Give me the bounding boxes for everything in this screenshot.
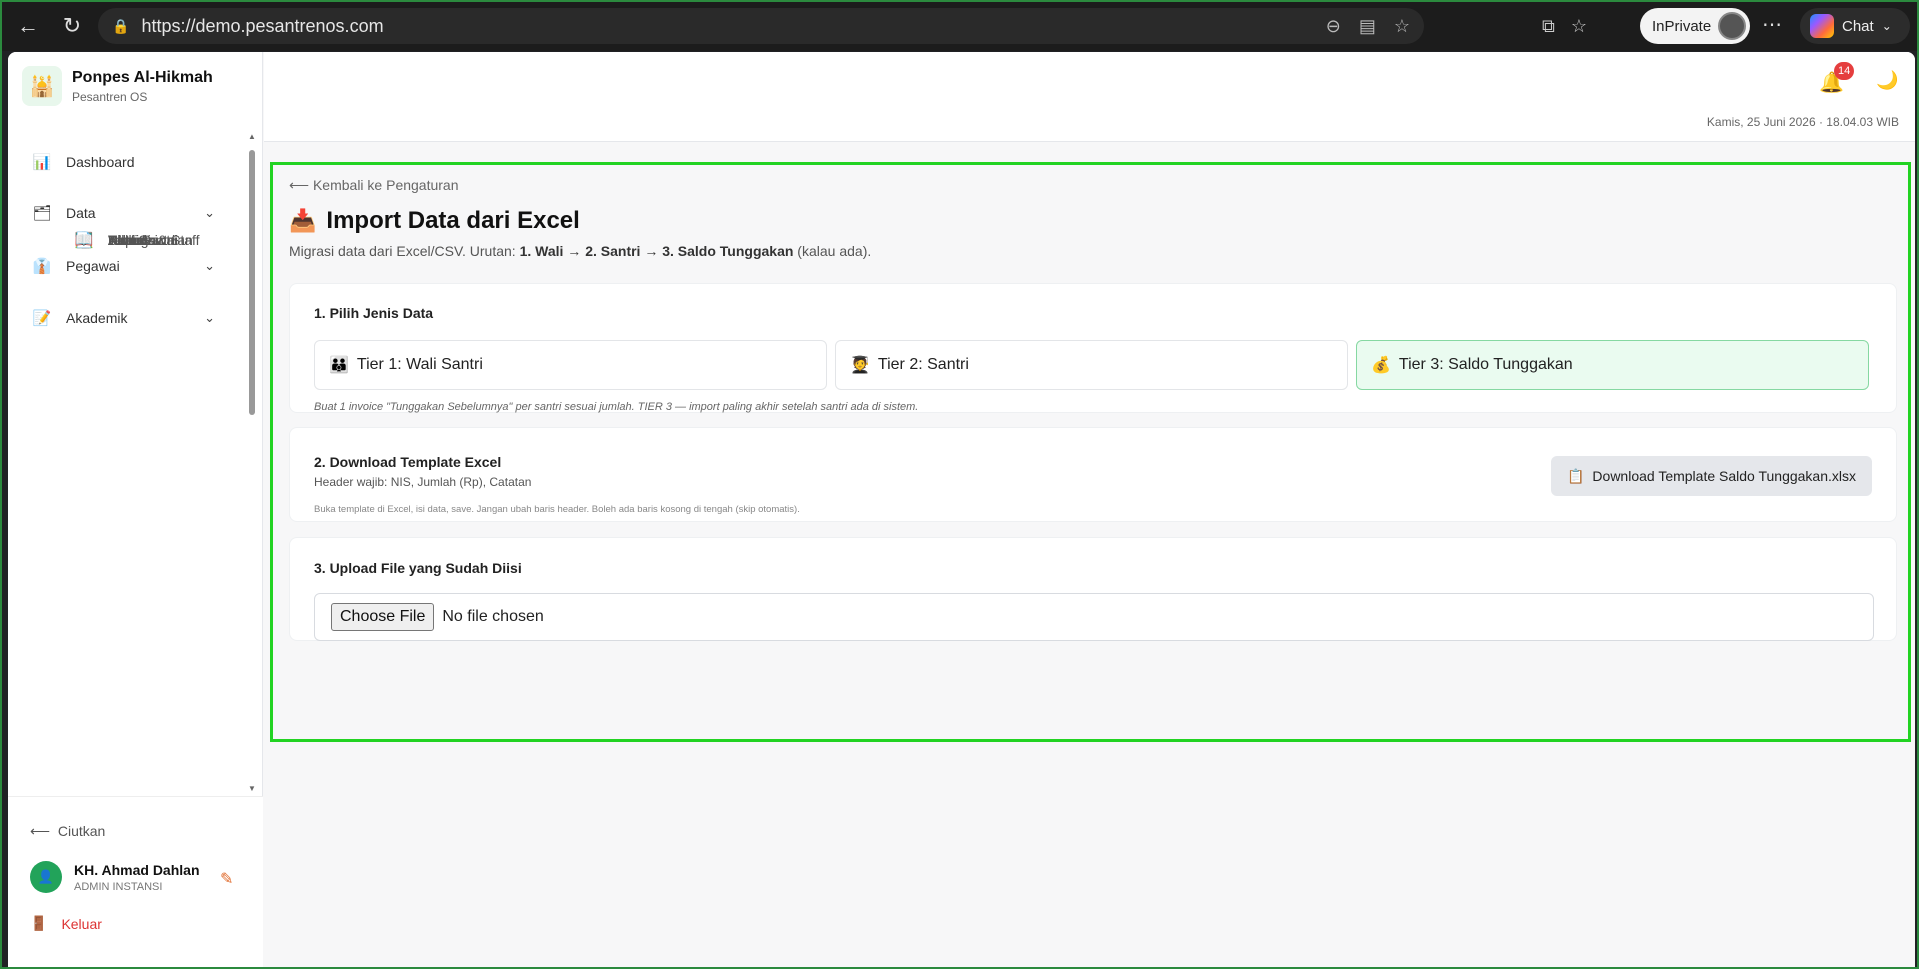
notification-badge: 14 — [1834, 62, 1855, 80]
tier3-option[interactable]: 💰 Tier 3: Saldo Tunggakan — [1356, 340, 1869, 390]
user-profile[interactable]: 👤 KH. Ahmad Dahlan ADMIN INSTANSI — [30, 861, 200, 893]
edit-pencil-icon[interactable]: ✎ — [220, 869, 233, 889]
top-header: 🔔 14 🌙 Kamis, 25 Juni 2026 · 18.04.03 WI… — [264, 52, 1915, 142]
url-text[interactable]: https://demo.pesantrenos.com — [141, 16, 383, 37]
door-icon: 🚪 — [30, 915, 48, 931]
logout-button[interactable]: 🚪 Keluar — [30, 915, 102, 932]
sidebar-item-dashboard[interactable]: 📊 Dashboard — [8, 138, 253, 186]
download-template-button[interactable]: 📋 Download Template Saldo Tunggakan.xlsx — [1550, 456, 1872, 496]
choose-file-button[interactable]: Choose File — [331, 603, 435, 631]
user-role: ADMIN INSTANSI — [74, 880, 163, 893]
browser-window: ← ↻ 🔒 https://demo.pesantrenos.com ⊖ ▤ ☆… — [0, 0, 1919, 969]
collapse-sidebar-button[interactable]: ⟵ Ciutkan — [30, 823, 105, 840]
book-icon: 📖 — [74, 232, 94, 249]
favorites-icon[interactable]: ☆ — [1571, 16, 1587, 37]
money-bag-icon: 💰 — [1371, 357, 1391, 374]
moon-icon[interactable]: 🌙 — [1876, 70, 1898, 91]
scroll-down-icon[interactable]: ▼ — [248, 784, 256, 793]
sidebar-scrollbar[interactable]: ▲ ▼ — [248, 132, 256, 797]
subtitle-order: 1. Wali → 2. Santri → 3. Saldo Tunggakan — [519, 243, 794, 259]
download-label: Download Template Saldo Tunggakan.xlsx — [1592, 468, 1856, 484]
subtitle-prefix: Migrasi data dari Excel/CSV. Urutan: — [289, 243, 520, 259]
collapse-label: Ciutkan — [57, 823, 106, 839]
brand: 🕌 Ponpes Al-Hikmah Pesantren OS — [22, 66, 213, 106]
tier2-option[interactable]: 🧑‍🎓 Tier 2: Santri — [835, 340, 1348, 390]
copilot-icon — [1810, 14, 1834, 38]
logout-label: Keluar — [61, 915, 102, 932]
page-title: 📥 Import Data dari Excel — [289, 207, 580, 235]
step2-required-headers: Header wajib: NIS, Jumlah (Rp), Catatan — [314, 475, 532, 489]
page-title-text: Import Data dari Excel — [326, 207, 580, 234]
brand-subtitle: Pesantren OS — [72, 89, 148, 104]
address-bar[interactable]: 🔒 https://demo.pesantrenos.com ⊖ ▤ ☆ — [98, 8, 1424, 44]
brand-name: Ponpes Al-Hikmah — [72, 68, 213, 86]
import-panel: ⟵ Kembali ke Pengaturan 📥 Import Data da… — [270, 162, 1911, 742]
inbox-tray-icon: 📥 — [289, 208, 317, 233]
zoom-icon[interactable]: ⊖ — [1326, 16, 1341, 37]
copilot-chat-button[interactable]: Chat ⌄ — [1800, 8, 1910, 44]
mosque-logo-icon: 🕌 — [22, 66, 62, 106]
chevron-down-icon: ⌄ — [204, 258, 215, 273]
sidebar-item-label: Tahfidz — [108, 232, 153, 248]
tier-label: Tier 1: Wali Santri — [356, 356, 483, 373]
user-name: KH. Ahmad Dahlan — [74, 861, 200, 878]
datetime: Kamis, 25 Juni 2026 · 18.04.03 WIB — [1706, 115, 1899, 129]
sidebar-item-label: Dashboard — [66, 154, 135, 170]
extensions-icon[interactable]: ⧉ — [1542, 16, 1555, 37]
inprivate-label: InPrivate — [1652, 17, 1712, 35]
sidebar-footer: ⟵ Ciutkan 👤 KH. Ahmad Dahlan ADMIN INSTA… — [8, 796, 263, 967]
sidebar-item-akademik[interactable]: 📝 Akademik ⌄ — [8, 292, 253, 344]
inprivate-badge[interactable]: InPrivate — [1640, 8, 1750, 44]
page-viewport: 🕌 Ponpes Al-Hikmah Pesantren OS 📊 Dashboa… — [8, 52, 1915, 967]
scroll-up-icon[interactable]: ▲ — [248, 132, 256, 141]
more-icon[interactable]: ⋯ — [1762, 12, 1782, 37]
step1-hint: Buat 1 invoice "Tunggakan Sebelumnya" pe… — [314, 401, 919, 413]
dashboard-icon: 📊 — [32, 154, 52, 171]
back-to-settings-link[interactable]: ⟵ Kembali ke Pengaturan — [289, 177, 459, 194]
arrow-left-icon: ⟵ — [30, 823, 51, 839]
browser-toolbar: ← ↻ 🔒 https://demo.pesantrenos.com ⊖ ▤ ☆… — [2, 2, 1917, 51]
student-icon: 🧑‍🎓 — [850, 357, 870, 374]
subtitle-suffix: (kalau ada). — [793, 243, 872, 259]
chat-label: Chat — [1842, 17, 1874, 35]
step2-title: 2. Download Template Excel — [314, 454, 502, 470]
family-icon: 👪 — [329, 357, 349, 374]
chevron-down-icon: ⌄ — [204, 310, 215, 325]
clipboard-icon: 📋 — [1566, 467, 1585, 484]
main-content: 🔔 14 🌙 Kamis, 25 Juni 2026 · 18.04.03 WI… — [264, 52, 1915, 967]
step2-hint: Buka template di Excel, isi data, save. … — [314, 504, 800, 515]
step3-card: 3. Upload File yang Sudah Diisi Choose F… — [289, 537, 1897, 641]
reload-icon[interactable]: ↻ — [52, 6, 92, 46]
no-file-label: No file chosen — [442, 608, 544, 625]
sidebar-item-label: Akademik — [66, 310, 128, 326]
tier-label: Tier 3: Saldo Tunggakan — [1398, 356, 1573, 373]
sidebar-item-tahfidz[interactable]: 📖 Tahfidz — [24, 216, 153, 264]
sidebar-menu: 📊 Dashboard 🗂 Data ⌄ 🧑‍🎓 Data Santri 👪 Wali S… — [8, 138, 253, 840]
chevron-down-icon: ⌄ — [1881, 19, 1892, 33]
avatar: 👤 — [30, 861, 62, 893]
lock-icon: 🔒 — [112, 17, 130, 34]
chevron-down-icon: ⌄ — [204, 205, 215, 220]
reader-icon[interactable]: ▤ — [1359, 16, 1376, 37]
memo-icon: 📝 — [32, 310, 52, 327]
tier-label: Tier 2: Santri — [877, 356, 969, 373]
profile-avatar — [1718, 12, 1746, 40]
sidebar: 🕌 Ponpes Al-Hikmah Pesantren OS 📊 Dashboa… — [8, 52, 263, 967]
step2-card: 2. Download Template Excel Header wajib:… — [289, 427, 1897, 522]
favorite-star-icon[interactable]: ☆ — [1394, 16, 1410, 37]
page-subtitle: Migrasi data dari Excel/CSV. Urutan: 1. … — [289, 243, 871, 259]
step1-title: 1. Pilih Jenis Data — [314, 305, 434, 321]
step3-title: 3. Upload File yang Sudah Diisi — [314, 560, 522, 576]
step1-card: 1. Pilih Jenis Data 👪 Tier 1: Wali Santri… — [289, 283, 1897, 413]
back-icon[interactable]: ← — [8, 6, 48, 46]
tier1-option[interactable]: 👪 Tier 1: Wali Santri — [314, 340, 827, 390]
scrollbar-thumb[interactable] — [249, 150, 255, 415]
file-upload-input[interactable]: Choose File No file chosen — [314, 593, 1874, 641]
